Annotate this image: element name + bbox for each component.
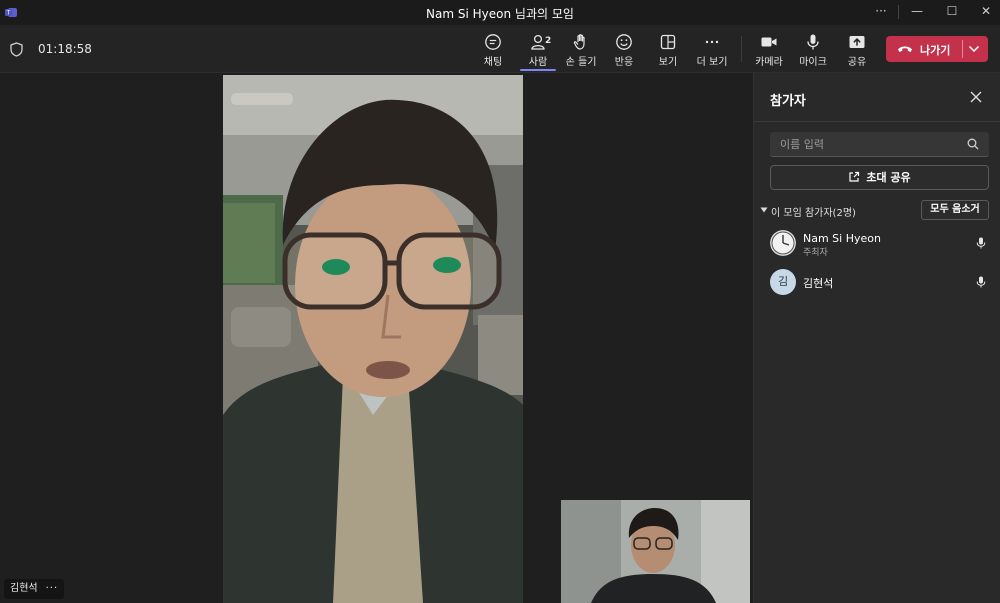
camera-button[interactable]: 카메라 xyxy=(744,30,794,70)
title-bar: T Nam Si Hyeon 님과의 모임 ··· — ☐ ✕ xyxy=(0,0,1000,25)
participant-search xyxy=(770,132,989,157)
mic-label: 마이크 xyxy=(799,57,827,68)
view-label: 보기 xyxy=(658,57,678,68)
window-more-button[interactable]: ··· xyxy=(863,0,899,25)
react-button[interactable]: 반응 xyxy=(599,30,649,70)
view-icon xyxy=(660,34,676,50)
camera-icon xyxy=(761,37,777,47)
more-options-icon[interactable]: ··· xyxy=(46,583,59,594)
minimize-button[interactable]: — xyxy=(899,0,935,25)
video-stage: 김현석 ··· xyxy=(0,73,753,603)
people-count: 2 xyxy=(545,36,552,46)
react-icon xyxy=(616,34,632,50)
leave-label: 나가기 xyxy=(920,44,951,57)
chevron-down-icon[interactable] xyxy=(968,44,980,54)
toolbar-separator xyxy=(741,36,742,62)
raise-hand-icon xyxy=(573,34,585,50)
share-link-icon xyxy=(849,171,860,182)
search-icon[interactable] xyxy=(967,138,979,150)
self-preview-video[interactable] xyxy=(561,500,750,603)
initial-avatar: 김 xyxy=(770,269,796,295)
more-icon xyxy=(705,40,719,44)
caret-down-icon xyxy=(760,207,768,213)
participant-row[interactable]: 김 김현석 xyxy=(770,267,989,297)
participants-panel: 참가자 초대 공유 이 모임 참가자(2명) 모두 음소거 Nam Si Hye… xyxy=(753,73,1000,603)
maximize-button[interactable]: ☐ xyxy=(934,0,970,25)
more-button[interactable]: 더 보기 xyxy=(687,30,737,70)
participant-name: Nam Si Hyeon xyxy=(803,232,881,245)
people-active-indicator xyxy=(520,69,556,71)
participant-row[interactable]: Nam Si Hyeon 주최자 xyxy=(770,228,989,258)
window-title: Nam Si Hyeon 님과의 모임 xyxy=(426,7,574,21)
meeting-timer: 01:18:58 xyxy=(38,42,92,56)
section-label: 이 모임 참가자(2명) xyxy=(771,208,856,219)
close-window-button[interactable]: ✕ xyxy=(968,0,1000,25)
mic-icon xyxy=(807,34,819,50)
search-input[interactable] xyxy=(770,132,960,156)
speaker-name: 김현석 xyxy=(10,583,38,594)
participants-section-header[interactable]: 이 모임 참가자(2명) 모두 음소거 xyxy=(760,200,990,222)
leave-divider xyxy=(962,40,963,58)
shield-icon[interactable] xyxy=(10,42,23,57)
chat-button[interactable]: 채팅 xyxy=(468,30,518,70)
panel-title: 참가자 xyxy=(770,94,806,109)
meeting-toolbar: 01:18:58 채팅 2 사람 손 들기 반응 보기 더 보기 카메라 마이크… xyxy=(0,25,1000,73)
share-label: 공유 xyxy=(847,57,867,68)
leave-button-group: 나가기 xyxy=(886,36,988,62)
share-button[interactable]: 공유 xyxy=(832,30,882,70)
close-icon[interactable] xyxy=(969,90,983,104)
react-label: 반응 xyxy=(614,57,634,68)
mic-icon xyxy=(976,276,986,288)
hang-up-icon xyxy=(898,46,912,52)
clock-avatar xyxy=(770,230,796,256)
mic-button[interactable]: 마이크 xyxy=(788,30,838,70)
leave-button[interactable]: 나가기 xyxy=(886,36,962,62)
speaker-name-tag[interactable]: 김현석 ··· xyxy=(4,579,65,599)
share-icon xyxy=(849,36,865,48)
chat-label: 채팅 xyxy=(483,57,503,68)
mic-icon xyxy=(976,237,986,249)
main-speaker-video[interactable] xyxy=(223,75,523,603)
participant-name: 김현석 xyxy=(803,277,834,290)
mute-all-button[interactable]: 모두 음소거 xyxy=(921,200,989,220)
participant-role: 주최자 xyxy=(803,248,828,258)
panel-divider xyxy=(754,121,1000,122)
camera-label: 카메라 xyxy=(755,57,783,68)
chat-icon xyxy=(485,34,501,50)
invite-share-button[interactable]: 초대 공유 xyxy=(770,165,989,190)
invite-label: 초대 공유 xyxy=(866,171,911,184)
more-label: 더 보기 xyxy=(696,57,728,68)
view-button[interactable]: 보기 xyxy=(643,30,693,70)
